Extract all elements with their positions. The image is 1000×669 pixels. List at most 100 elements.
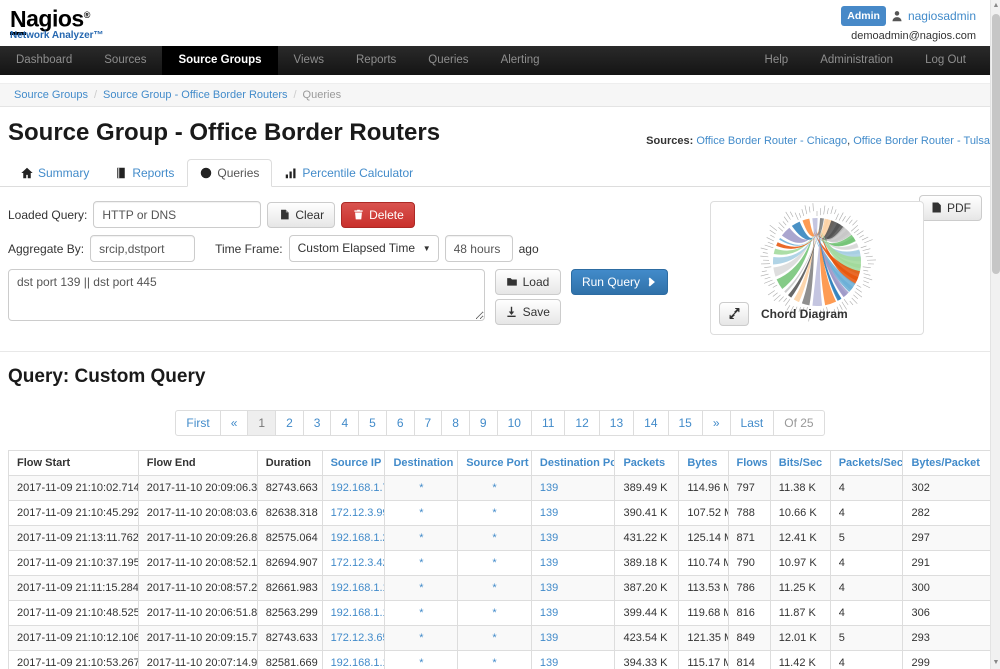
aggregate-input[interactable] [90, 235, 195, 262]
query-textarea[interactable]: dst port 139 || dst port 445 [8, 269, 485, 321]
cell-source-ip[interactable]: 172.12.3.42 [322, 551, 385, 576]
pagination-item-last[interactable]: Last [730, 410, 775, 436]
source-link-tulsa[interactable]: Office Border Router - Tulsa [853, 135, 990, 147]
tab-queries[interactable]: Queries [187, 159, 272, 187]
breadcrumb-link-source-groups[interactable]: Source Groups [14, 89, 88, 101]
tab-percentile-calculator[interactable]: Percentile Calculator [272, 159, 426, 187]
sources-list: Sources: Office Border Router - Chicago,… [646, 135, 990, 147]
target-icon [200, 167, 212, 179]
run-query-button[interactable]: Run Query [571, 269, 668, 295]
cell-source-ip[interactable]: 192.168.1.119 [322, 601, 385, 626]
pagination-item-1[interactable]: 1 [247, 410, 276, 436]
cell-destination-ip[interactable]: * [385, 476, 458, 501]
cell-source-ip[interactable]: 172.12.3.65 [322, 626, 385, 651]
nav-item-help[interactable]: Help [749, 46, 805, 75]
column-header-destination-port[interactable]: Destination Port [531, 451, 615, 476]
column-header-packets-sec[interactable]: Packets/Sec [830, 451, 903, 476]
cell-source-port[interactable]: * [458, 601, 532, 626]
cell-source-port[interactable]: * [458, 576, 532, 601]
cell-destination-ip[interactable]: * [385, 526, 458, 551]
pagination-item-[interactable]: « [220, 410, 249, 436]
pagination-item-14[interactable]: 14 [633, 410, 668, 436]
cell-destination-port[interactable]: 139 [531, 526, 615, 551]
time-amount-input[interactable] [445, 235, 513, 262]
column-header-packets[interactable]: Packets [615, 451, 679, 476]
pagination-item-10[interactable]: 10 [497, 410, 532, 436]
cell-source-ip[interactable]: 192.168.1.18 [322, 651, 385, 669]
nagios-logo[interactable]: Nagios® Network Analyzer™ [10, 4, 976, 41]
column-header-bytes-packet[interactable]: Bytes/Packet [903, 451, 992, 476]
scrollbar-up-arrow[interactable]: ▲ [991, 0, 1000, 12]
cell-destination-port[interactable]: 139 [531, 501, 615, 526]
column-header-source-port[interactable]: Source Port [458, 451, 532, 476]
cell-source-ip[interactable]: 192.168.1.75 [322, 476, 385, 501]
save-button[interactable]: Save [495, 299, 561, 325]
pagination-item-3[interactable]: 3 [303, 410, 332, 436]
cell-source-port[interactable]: * [458, 501, 532, 526]
nav-item-queries[interactable]: Queries [412, 46, 484, 75]
main-nav-left: DashboardSourcesSource GroupsViewsReport… [0, 46, 556, 75]
pagination-item-first[interactable]: First [175, 410, 220, 436]
pagination-item-4[interactable]: 4 [330, 410, 359, 436]
tab-reports[interactable]: Reports [102, 159, 187, 187]
cell-destination-port[interactable]: 139 [531, 626, 615, 651]
column-header-bits-sec[interactable]: Bits/Sec [770, 451, 830, 476]
pagination-item-11[interactable]: 11 [531, 410, 565, 436]
nav-item-sources[interactable]: Sources [88, 46, 162, 75]
cell-source-ip[interactable]: 192.168.1.129 [322, 576, 385, 601]
cell-destination-port[interactable]: 139 [531, 551, 615, 576]
cell-destination-ip[interactable]: * [385, 551, 458, 576]
nav-item-dashboard[interactable]: Dashboard [0, 46, 88, 75]
cell-destination-port[interactable]: 139 [531, 601, 615, 626]
scrollbar-thumb[interactable] [992, 14, 1000, 274]
pagination-item-[interactable]: » [702, 410, 731, 436]
scrollbar-down-arrow[interactable]: ▼ [991, 657, 1000, 669]
pagination-item-7[interactable]: 7 [414, 410, 443, 436]
pdf-button[interactable]: PDF [919, 195, 982, 221]
pagination-item-5[interactable]: 5 [358, 410, 387, 436]
column-header-bytes[interactable]: Bytes [679, 451, 728, 476]
column-header-flows[interactable]: Flows [728, 451, 770, 476]
window-scrollbar[interactable]: ▲ ▼ [990, 0, 1000, 669]
tab-summary[interactable]: Summary [8, 159, 102, 187]
username-link[interactable]: nagiosadmin [908, 8, 976, 24]
cell-destination-ip[interactable]: * [385, 601, 458, 626]
column-header-source-ip[interactable]: Source IP [322, 451, 385, 476]
cell-destination-port[interactable]: 139 [531, 476, 615, 501]
pagination-item-2[interactable]: 2 [275, 410, 304, 436]
cell-destination-port[interactable]: 139 [531, 576, 615, 601]
cell-destination-ip[interactable]: * [385, 651, 458, 669]
pagination-item-13[interactable]: 13 [599, 410, 634, 436]
timeframe-select[interactable]: Custom Elapsed Time ▼ [289, 235, 439, 262]
load-button[interactable]: Load [495, 269, 561, 295]
cell-destination-ip[interactable]: * [385, 576, 458, 601]
nav-item-log-out[interactable]: Log Out [909, 46, 982, 75]
cell-source-ip[interactable]: 172.12.3.99 [322, 501, 385, 526]
nav-item-administration[interactable]: Administration [804, 46, 909, 75]
pagination-item-15[interactable]: 15 [668, 410, 703, 436]
clear-button[interactable]: Clear [267, 202, 335, 228]
pagination-item-8[interactable]: 8 [441, 410, 470, 436]
pagination-item-9[interactable]: 9 [469, 410, 498, 436]
cell-source-port[interactable]: * [458, 651, 532, 669]
cell-source-ip[interactable]: 192.168.1.228 [322, 526, 385, 551]
expand-button[interactable] [719, 302, 749, 326]
cell-destination-port[interactable]: 139 [531, 651, 615, 669]
cell-destination-ip[interactable]: * [385, 626, 458, 651]
pagination-item-12[interactable]: 12 [564, 410, 599, 436]
cell-source-port[interactable]: * [458, 526, 532, 551]
cell-source-port[interactable]: * [458, 551, 532, 576]
pagination-item-6[interactable]: 6 [386, 410, 415, 436]
cell-destination-ip[interactable]: * [385, 501, 458, 526]
breadcrumb-link-source-group[interactable]: Source Group - Office Border Routers [103, 89, 287, 101]
column-header-destination-ip[interactable]: Destination IP [385, 451, 458, 476]
cell-source-port[interactable]: * [458, 476, 532, 501]
source-link-chicago[interactable]: Office Border Router - Chicago [696, 135, 847, 147]
nav-item-views[interactable]: Views [278, 46, 340, 75]
cell-source-port[interactable]: * [458, 626, 532, 651]
nav-item-reports[interactable]: Reports [340, 46, 412, 75]
nav-item-alerting[interactable]: Alerting [485, 46, 556, 75]
delete-button[interactable]: Delete [341, 202, 415, 228]
loaded-query-input[interactable] [93, 201, 261, 228]
nav-item-source-groups[interactable]: Source Groups [162, 46, 277, 75]
